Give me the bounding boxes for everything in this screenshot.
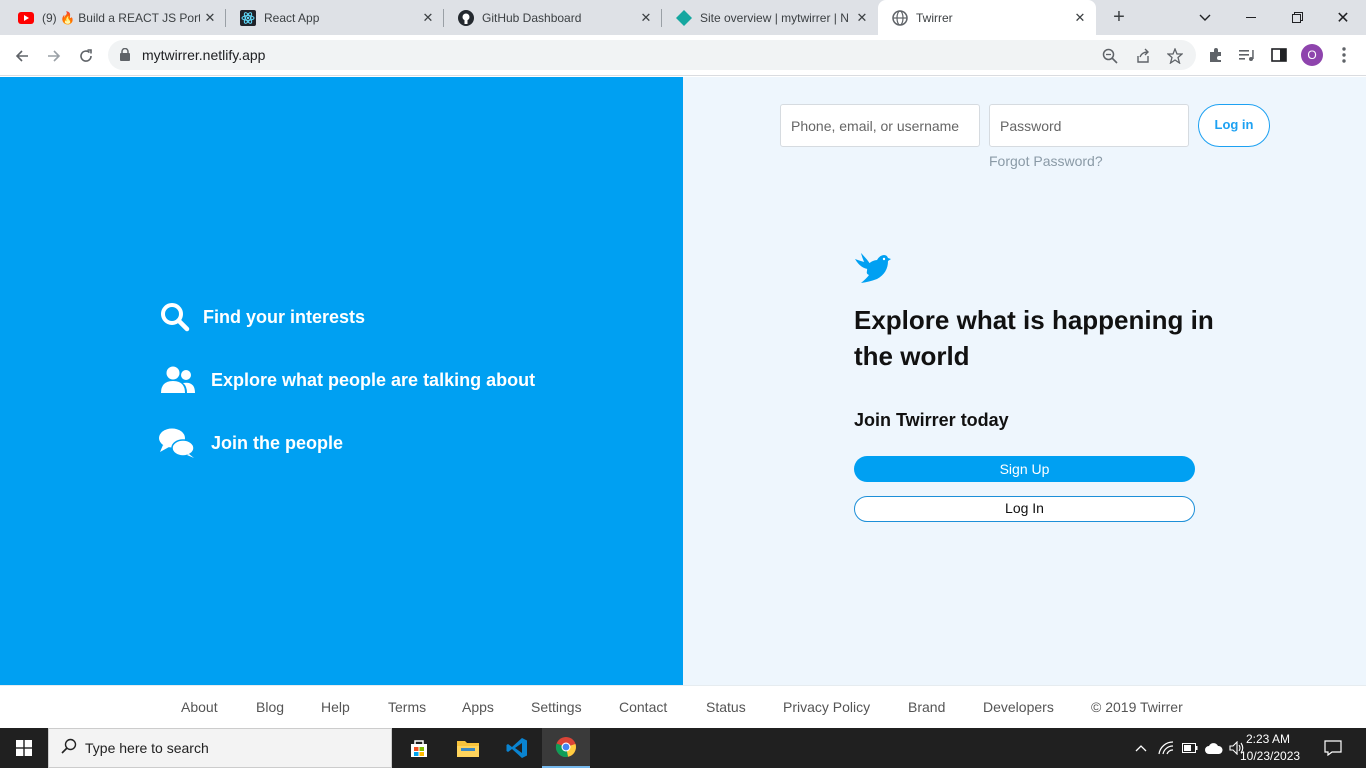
footer-link-contact[interactable]: Contact bbox=[619, 699, 667, 715]
page-content: Find your interests Explore what people … bbox=[0, 77, 1366, 685]
tab-title: Site overview | mytwirrer | N bbox=[700, 10, 849, 25]
onedrive-cloud-icon[interactable] bbox=[1203, 728, 1225, 768]
username-input[interactable] bbox=[780, 104, 980, 147]
minimize-icon[interactable] bbox=[1228, 0, 1274, 35]
footer-link-terms[interactable]: Terms bbox=[388, 699, 426, 715]
tab-twirrer[interactable]: Twirrer ✕ bbox=[878, 0, 1096, 35]
vscode-app-icon[interactable] bbox=[493, 728, 541, 768]
chrome-app-icon[interactable] bbox=[542, 728, 590, 768]
wifi-icon[interactable] bbox=[1156, 728, 1176, 768]
feature-find-interests: Find your interests bbox=[157, 301, 365, 333]
battery-icon[interactable] bbox=[1180, 728, 1200, 768]
close-icon[interactable]: ✕ bbox=[636, 10, 656, 26]
bookmark-star-icon[interactable] bbox=[1166, 47, 1184, 65]
zoom-icon[interactable] bbox=[1101, 47, 1119, 65]
windows-start-icon[interactable] bbox=[0, 728, 48, 768]
clock-time: 2:23 AM bbox=[1245, 732, 1291, 746]
footer-link-brand[interactable]: Brand bbox=[908, 699, 945, 715]
password-input[interactable] bbox=[989, 104, 1189, 147]
people-icon bbox=[157, 364, 199, 396]
tab-search-icon[interactable] bbox=[1182, 0, 1228, 35]
browser-toolbar: mytwirrer.netlify.app O bbox=[0, 35, 1366, 76]
taskbar-search[interactable]: Type here to search bbox=[48, 728, 392, 768]
tab-title: React App bbox=[264, 10, 320, 25]
tab-youtube[interactable]: (9) 🔥 Build a REACT JS Portf ✕ bbox=[4, 0, 226, 35]
footer-link-about[interactable]: About bbox=[181, 699, 218, 715]
extensions-icon[interactable] bbox=[1206, 45, 1226, 65]
feature-label: Join the people bbox=[211, 432, 344, 453]
store-app-icon[interactable] bbox=[395, 728, 443, 768]
tab-github[interactable]: GitHub Dashboard ✕ bbox=[444, 0, 662, 35]
feature-explore-talk: Explore what people are talking about bbox=[157, 364, 535, 396]
chat-icon bbox=[157, 427, 197, 459]
netlify-icon bbox=[676, 9, 692, 26]
hero-headline: Explore what is happening in the world bbox=[854, 305, 1214, 371]
footer-link-status[interactable]: Status bbox=[706, 699, 746, 715]
auth-panel: Log in Forgot Password? Explore what is … bbox=[683, 77, 1366, 685]
join-heading: Join Twirrer today bbox=[854, 410, 1009, 430]
tab-strip: (9) 🔥 Build a REACT JS Portf ✕ React App… bbox=[0, 0, 1366, 35]
system-clock[interactable]: 2:23 AM 10/23/2023 bbox=[1240, 731, 1301, 765]
tab-title: Twirrer bbox=[916, 10, 953, 25]
new-tab-button[interactable]: + bbox=[1108, 6, 1130, 28]
close-window-icon[interactable]: ✕ bbox=[1320, 0, 1366, 35]
bird-logo-icon bbox=[853, 249, 891, 292]
header-login-button[interactable]: Log in bbox=[1198, 104, 1270, 147]
notifications-icon[interactable] bbox=[1320, 728, 1346, 768]
search-icon bbox=[157, 301, 193, 333]
globe-icon bbox=[892, 9, 908, 26]
url-text: mytwirrer.netlify.app bbox=[142, 47, 266, 63]
close-icon[interactable]: ✕ bbox=[418, 10, 438, 26]
clock-date: 10/23/2023 bbox=[1240, 749, 1301, 763]
show-hidden-icons-icon[interactable] bbox=[1131, 728, 1151, 768]
github-icon bbox=[458, 9, 474, 26]
close-icon[interactable]: ✕ bbox=[200, 10, 220, 26]
reload-icon[interactable] bbox=[72, 42, 100, 70]
taskbar: Type here to search 2:23 AM 10/23/2023 bbox=[0, 728, 1366, 768]
search-icon bbox=[61, 738, 77, 759]
footer-link-help[interactable]: Help bbox=[321, 699, 350, 715]
feature-label: Find your interests bbox=[203, 306, 366, 327]
profile-avatar[interactable]: O bbox=[1301, 44, 1323, 66]
close-icon[interactable]: ✕ bbox=[1070, 10, 1090, 26]
address-bar[interactable]: mytwirrer.netlify.app bbox=[108, 40, 1196, 70]
signup-button[interactable]: Sign Up bbox=[854, 456, 1195, 482]
login-button[interactable]: Log In bbox=[854, 496, 1195, 522]
footer-link-developers[interactable]: Developers bbox=[983, 699, 1054, 715]
footer-link-privacy[interactable]: Privacy Policy bbox=[783, 699, 870, 715]
footer: About Blog Help Terms Apps Settings Cont… bbox=[0, 685, 1366, 728]
menu-kebab-icon[interactable] bbox=[1334, 45, 1354, 65]
footer-link-apps[interactable]: Apps bbox=[462, 699, 494, 715]
forgot-password-link[interactable]: Forgot Password? bbox=[989, 153, 1103, 169]
footer-link-blog[interactable]: Blog bbox=[256, 699, 284, 715]
file-explorer-icon[interactable] bbox=[444, 728, 492, 768]
features-panel: Find your interests Explore what people … bbox=[0, 77, 683, 685]
forward-icon[interactable] bbox=[40, 42, 68, 70]
side-panel-icon[interactable] bbox=[1269, 45, 1289, 65]
lock-icon[interactable] bbox=[120, 47, 130, 66]
restore-icon[interactable] bbox=[1274, 0, 1320, 35]
feature-label: Explore what people are talking about bbox=[211, 369, 536, 390]
media-control-icon[interactable] bbox=[1237, 45, 1257, 65]
footer-copyright: © 2019 Twirrer bbox=[1091, 699, 1183, 715]
close-icon[interactable]: ✕ bbox=[852, 10, 872, 26]
tab-title: (9) 🔥 Build a REACT JS Portf bbox=[42, 10, 200, 25]
footer-link-settings[interactable]: Settings bbox=[531, 699, 582, 715]
feature-join-people: Join the people bbox=[157, 427, 343, 459]
tab-title: GitHub Dashboard bbox=[482, 10, 582, 25]
back-icon[interactable] bbox=[8, 42, 36, 70]
youtube-icon bbox=[18, 10, 34, 26]
share-icon[interactable] bbox=[1134, 47, 1152, 65]
react-icon bbox=[240, 9, 256, 26]
tab-react-app[interactable]: React App ✕ bbox=[226, 0, 444, 35]
tab-netlify[interactable]: Site overview | mytwirrer | N ✕ bbox=[662, 0, 878, 35]
taskbar-search-placeholder: Type here to search bbox=[85, 740, 209, 756]
